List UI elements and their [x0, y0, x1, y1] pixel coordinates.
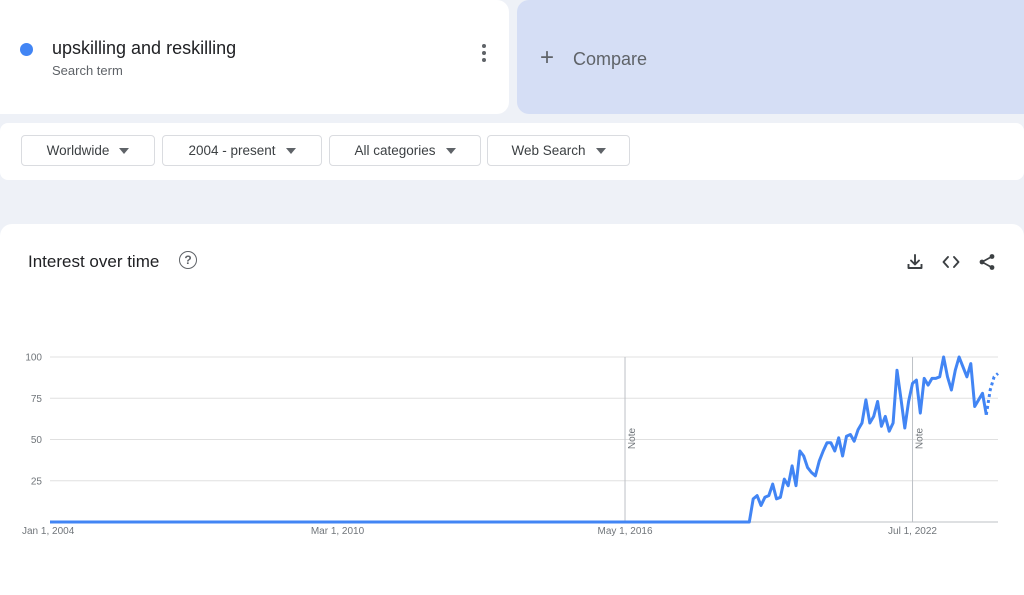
time-filter-label: 2004 - present — [188, 143, 276, 158]
note-label: Note — [627, 428, 638, 450]
category-filter-label: All categories — [354, 143, 436, 158]
y-tick-label: 100 — [25, 353, 42, 364]
y-tick-label: 75 — [31, 394, 43, 405]
download-icon[interactable] — [905, 252, 925, 272]
more-options-icon[interactable] — [472, 44, 496, 72]
chart-title: Interest over time — [28, 252, 160, 271]
caret-down-icon — [445, 147, 456, 154]
interest-over-time-chart: 25 50 75 100 Jan 1, 2004 Mar 1, 2010 May 1, 20… — [22, 353, 999, 537]
search-term-name[interactable]: upskilling and reskilling — [52, 38, 236, 59]
embed-icon[interactable] — [941, 252, 961, 272]
y-tick-label: 50 — [31, 435, 43, 446]
help-icon[interactable]: ? — [179, 251, 197, 269]
y-tick-label: 25 — [31, 476, 43, 487]
search-term-subtitle: Search term — [52, 63, 123, 78]
caret-down-icon — [285, 147, 296, 154]
series-partial-line — [984, 372, 999, 416]
property-filter-dropdown[interactable]: Web Search — [487, 135, 630, 166]
share-icon[interactable] — [977, 252, 997, 272]
plus-icon[interactable]: + — [540, 46, 554, 70]
category-filter-dropdown[interactable]: All categories — [329, 135, 481, 166]
x-tick-label: Jan 1, 2004 — [22, 526, 75, 537]
compare-label[interactable]: Compare — [573, 49, 647, 70]
caret-down-icon — [595, 147, 606, 154]
time-filter-dropdown[interactable]: 2004 - present — [162, 135, 322, 166]
note-label: Note — [915, 428, 926, 450]
geo-filter-label: Worldwide — [46, 143, 110, 158]
series-color-dot — [20, 43, 33, 56]
x-tick-label: May 1, 2016 — [597, 526, 652, 537]
geo-filter-dropdown[interactable]: Worldwide — [21, 135, 155, 166]
caret-down-icon — [119, 147, 130, 154]
x-tick-label: Jul 1, 2022 — [888, 526, 937, 537]
x-tick-label: Mar 1, 2010 — [311, 526, 365, 537]
property-filter-label: Web Search — [511, 143, 586, 158]
